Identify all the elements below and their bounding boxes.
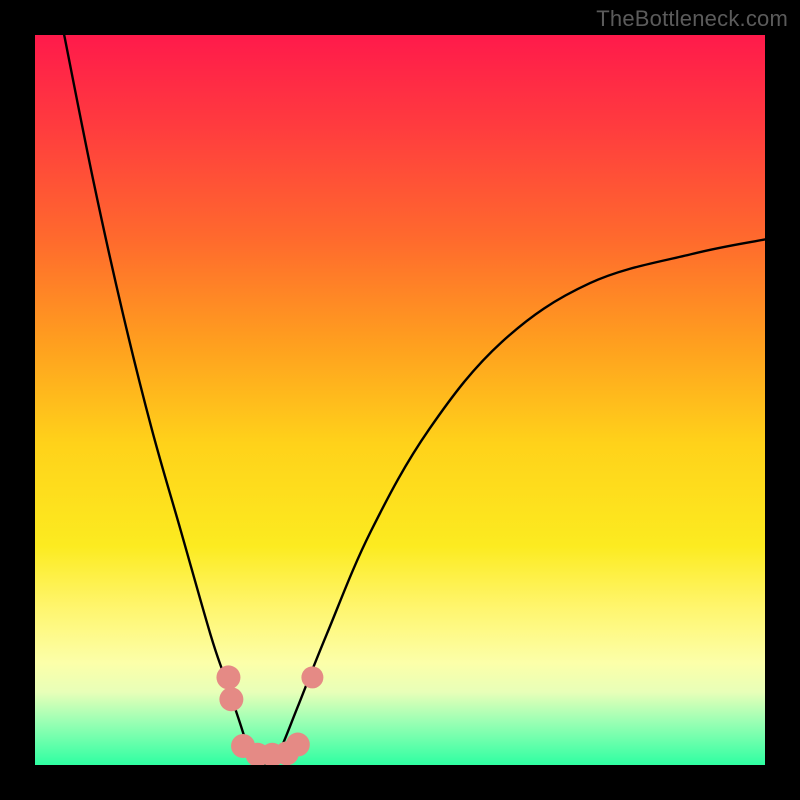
dot-b5: [286, 733, 310, 757]
watermark-text: TheBottleneck.com: [596, 6, 788, 32]
dot-l2: [219, 687, 243, 711]
chart-frame: TheBottleneck.com: [0, 0, 800, 800]
dot-r1: [301, 666, 323, 688]
plot-area: [35, 35, 765, 765]
plot-svg: [35, 35, 765, 765]
bottleneck-curve: [64, 35, 765, 765]
dot-l1: [216, 665, 240, 689]
